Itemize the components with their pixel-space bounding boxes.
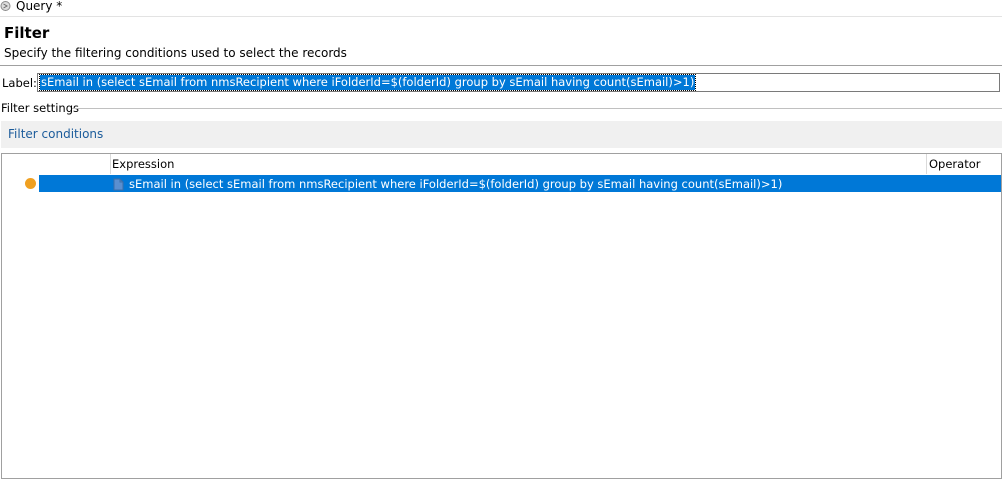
table-header: Expression Operator [2,154,1001,174]
orange-dot-icon [25,178,36,189]
query-icon [0,0,11,12]
window-title: Query * [16,0,63,13]
filter-settings-legend: Filter settings [1,101,81,115]
label-input[interactable]: sEmail in (select sEmail from nmsRecipie… [37,73,1000,92]
column-header-expression[interactable]: Expression [110,154,928,174]
conditions-table: Expression Operator sEmail in (select sE… [1,153,1002,479]
table-row[interactable]: sEmail in (select sEmail from nmsRecipie… [2,175,1001,193]
page-title: Filter [4,24,50,42]
filter-settings-divider [72,108,1002,109]
row-expression[interactable]: sEmail in (select sEmail from nmsRecipie… [129,176,782,192]
label-field-caption: Label: [2,76,37,90]
tab-filter-conditions[interactable]: Filter conditions [8,127,103,141]
label-input-value[interactable]: sEmail in (select sEmail from nmsRecipie… [38,74,697,91]
page-subtitle: Specify the filtering conditions used to… [4,46,347,60]
column-header-operator[interactable]: Operator [926,154,1002,174]
condition-icon [113,178,124,191]
window-titlebar: Query * [0,0,1002,17]
filter-tabbar: Filter conditions [1,121,1002,148]
header-divider [0,65,1002,66]
